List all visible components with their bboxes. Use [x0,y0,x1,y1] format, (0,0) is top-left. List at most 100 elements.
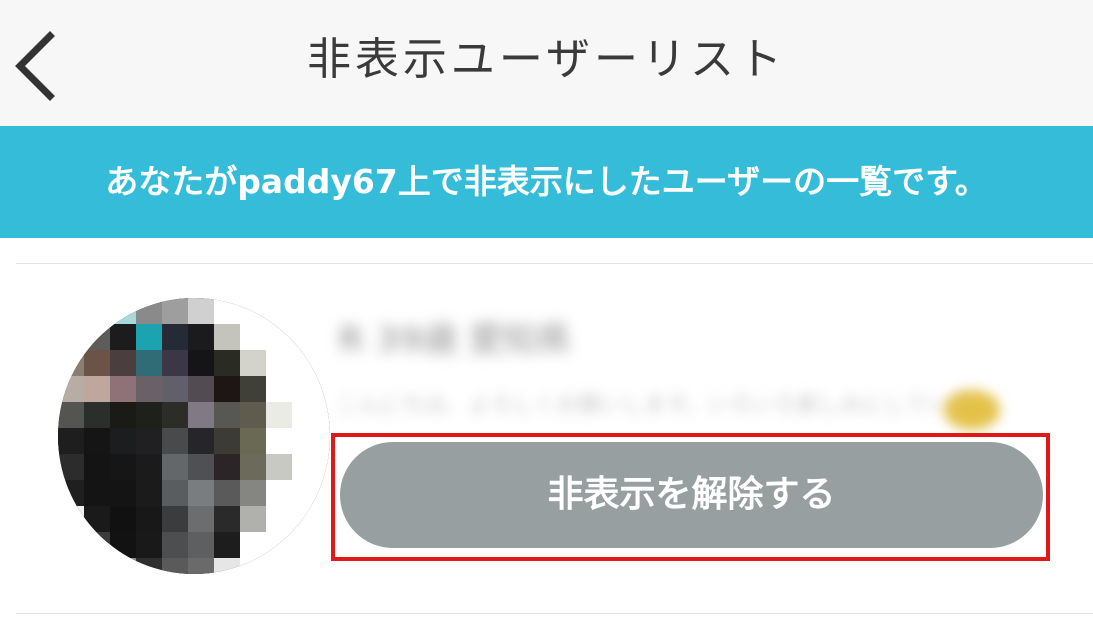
avatar-pixel [318,350,330,376]
avatar-pixel [188,350,214,376]
avatar-pixel [240,558,266,574]
avatar-pixel [292,376,318,402]
avatar-pixel [110,350,136,376]
avatar-pixel [214,324,240,350]
avatar-pixel [58,428,84,454]
avatar-pixel [162,298,188,324]
avatar-pixel [318,376,330,402]
avatar-pixel [162,350,188,376]
avatar-pixel [188,324,214,350]
avatar-pixel [58,324,84,350]
avatar-pixel [58,350,84,376]
avatar-pixel [110,428,136,454]
avatar-pixel [214,480,240,506]
avatar-pixel [110,506,136,532]
info-banner: あなたがpaddy67上で非表示にしたユーザーの一覧です。 [0,126,1093,238]
user-bio: こんにちは、よろしくお願いします。いろいろ楽しみにしています [336,393,976,418]
avatar-pixel [162,376,188,402]
avatar-pixel [292,558,318,574]
avatar-pixel [58,402,84,428]
avatar-pixel [162,454,188,480]
avatar-pixel [292,402,318,428]
avatar-pixel [136,350,162,376]
avatar-pixel [214,402,240,428]
avatar-pixel [266,402,292,428]
header-bar: 非表示ユーザーリスト [0,0,1093,126]
avatar-pixel [214,532,240,558]
avatar-pixel [318,454,330,480]
avatar-pixel [110,298,136,324]
avatar-pixel [162,324,188,350]
avatar-pixel [58,506,84,532]
avatar-pixel [110,532,136,558]
avatar-pixel [266,532,292,558]
avatar-pixel [266,506,292,532]
avatar-pixel [240,350,266,376]
avatar-pixel [266,376,292,402]
avatar-pixel [292,428,318,454]
avatar-pixel [188,532,214,558]
avatar-pixel [240,298,266,324]
avatar-pixel [84,532,110,558]
avatar-pixel [240,402,266,428]
avatar-pixel [214,428,240,454]
avatar-pixel [162,428,188,454]
avatar-pixel [136,506,162,532]
avatar-pixel [58,480,84,506]
avatar-pixel [110,454,136,480]
avatar-pixel [240,454,266,480]
avatar-pixel [84,402,110,428]
avatar-pixel [318,402,330,428]
avatar-pixel [240,506,266,532]
avatar-pixel [84,350,110,376]
avatar-pixel [110,480,136,506]
avatar-pixel [240,480,266,506]
avatar-pixel [240,324,266,350]
avatar-pixel [58,558,84,574]
avatar-pixel [266,324,292,350]
avatar-pixel [188,480,214,506]
avatar-pixel [240,376,266,402]
avatar-pixel [292,350,318,376]
avatar-pixel [110,324,136,350]
avatar-pixel [318,480,330,506]
avatar-pixel [266,454,292,480]
avatar-pixel [136,402,162,428]
avatar-pixel [292,480,318,506]
avatar-pixel [84,506,110,532]
avatar-pixel [266,298,292,324]
avatar-pixel [136,558,162,574]
avatar-pixel [188,428,214,454]
avatar-pixel [188,402,214,428]
avatar-pixel [84,324,110,350]
avatar-pixel [318,298,330,324]
divider [16,263,1093,264]
avatar-pixel [110,558,136,574]
avatar-pixel [214,350,240,376]
avatar-pixel [214,506,240,532]
avatar-pixel [84,558,110,574]
divider [16,613,1093,614]
avatar-pixel [240,428,266,454]
avatar-pixel [84,298,110,324]
unhide-button[interactable]: 非表示を解除する [340,442,1043,548]
avatar-pixel [318,558,330,574]
avatar-pixel [58,532,84,558]
avatar-pixel [240,532,266,558]
page-title: 非表示ユーザーリスト [306,34,787,85]
avatar-pixel [110,402,136,428]
avatar-pixel [136,376,162,402]
avatar-pixel [110,376,136,402]
avatar-pixel [188,454,214,480]
avatar-pixel [162,402,188,428]
avatar-pixel [266,480,292,506]
avatar-pixel [214,376,240,402]
emoji-icon [944,390,1000,430]
avatar-pixel [136,428,162,454]
avatar-pixel [84,480,110,506]
avatar-pixel [188,506,214,532]
avatar-pixel [58,376,84,402]
avatar-pixel [188,376,214,402]
avatar-pixel [84,428,110,454]
avatar-pixel [136,298,162,324]
